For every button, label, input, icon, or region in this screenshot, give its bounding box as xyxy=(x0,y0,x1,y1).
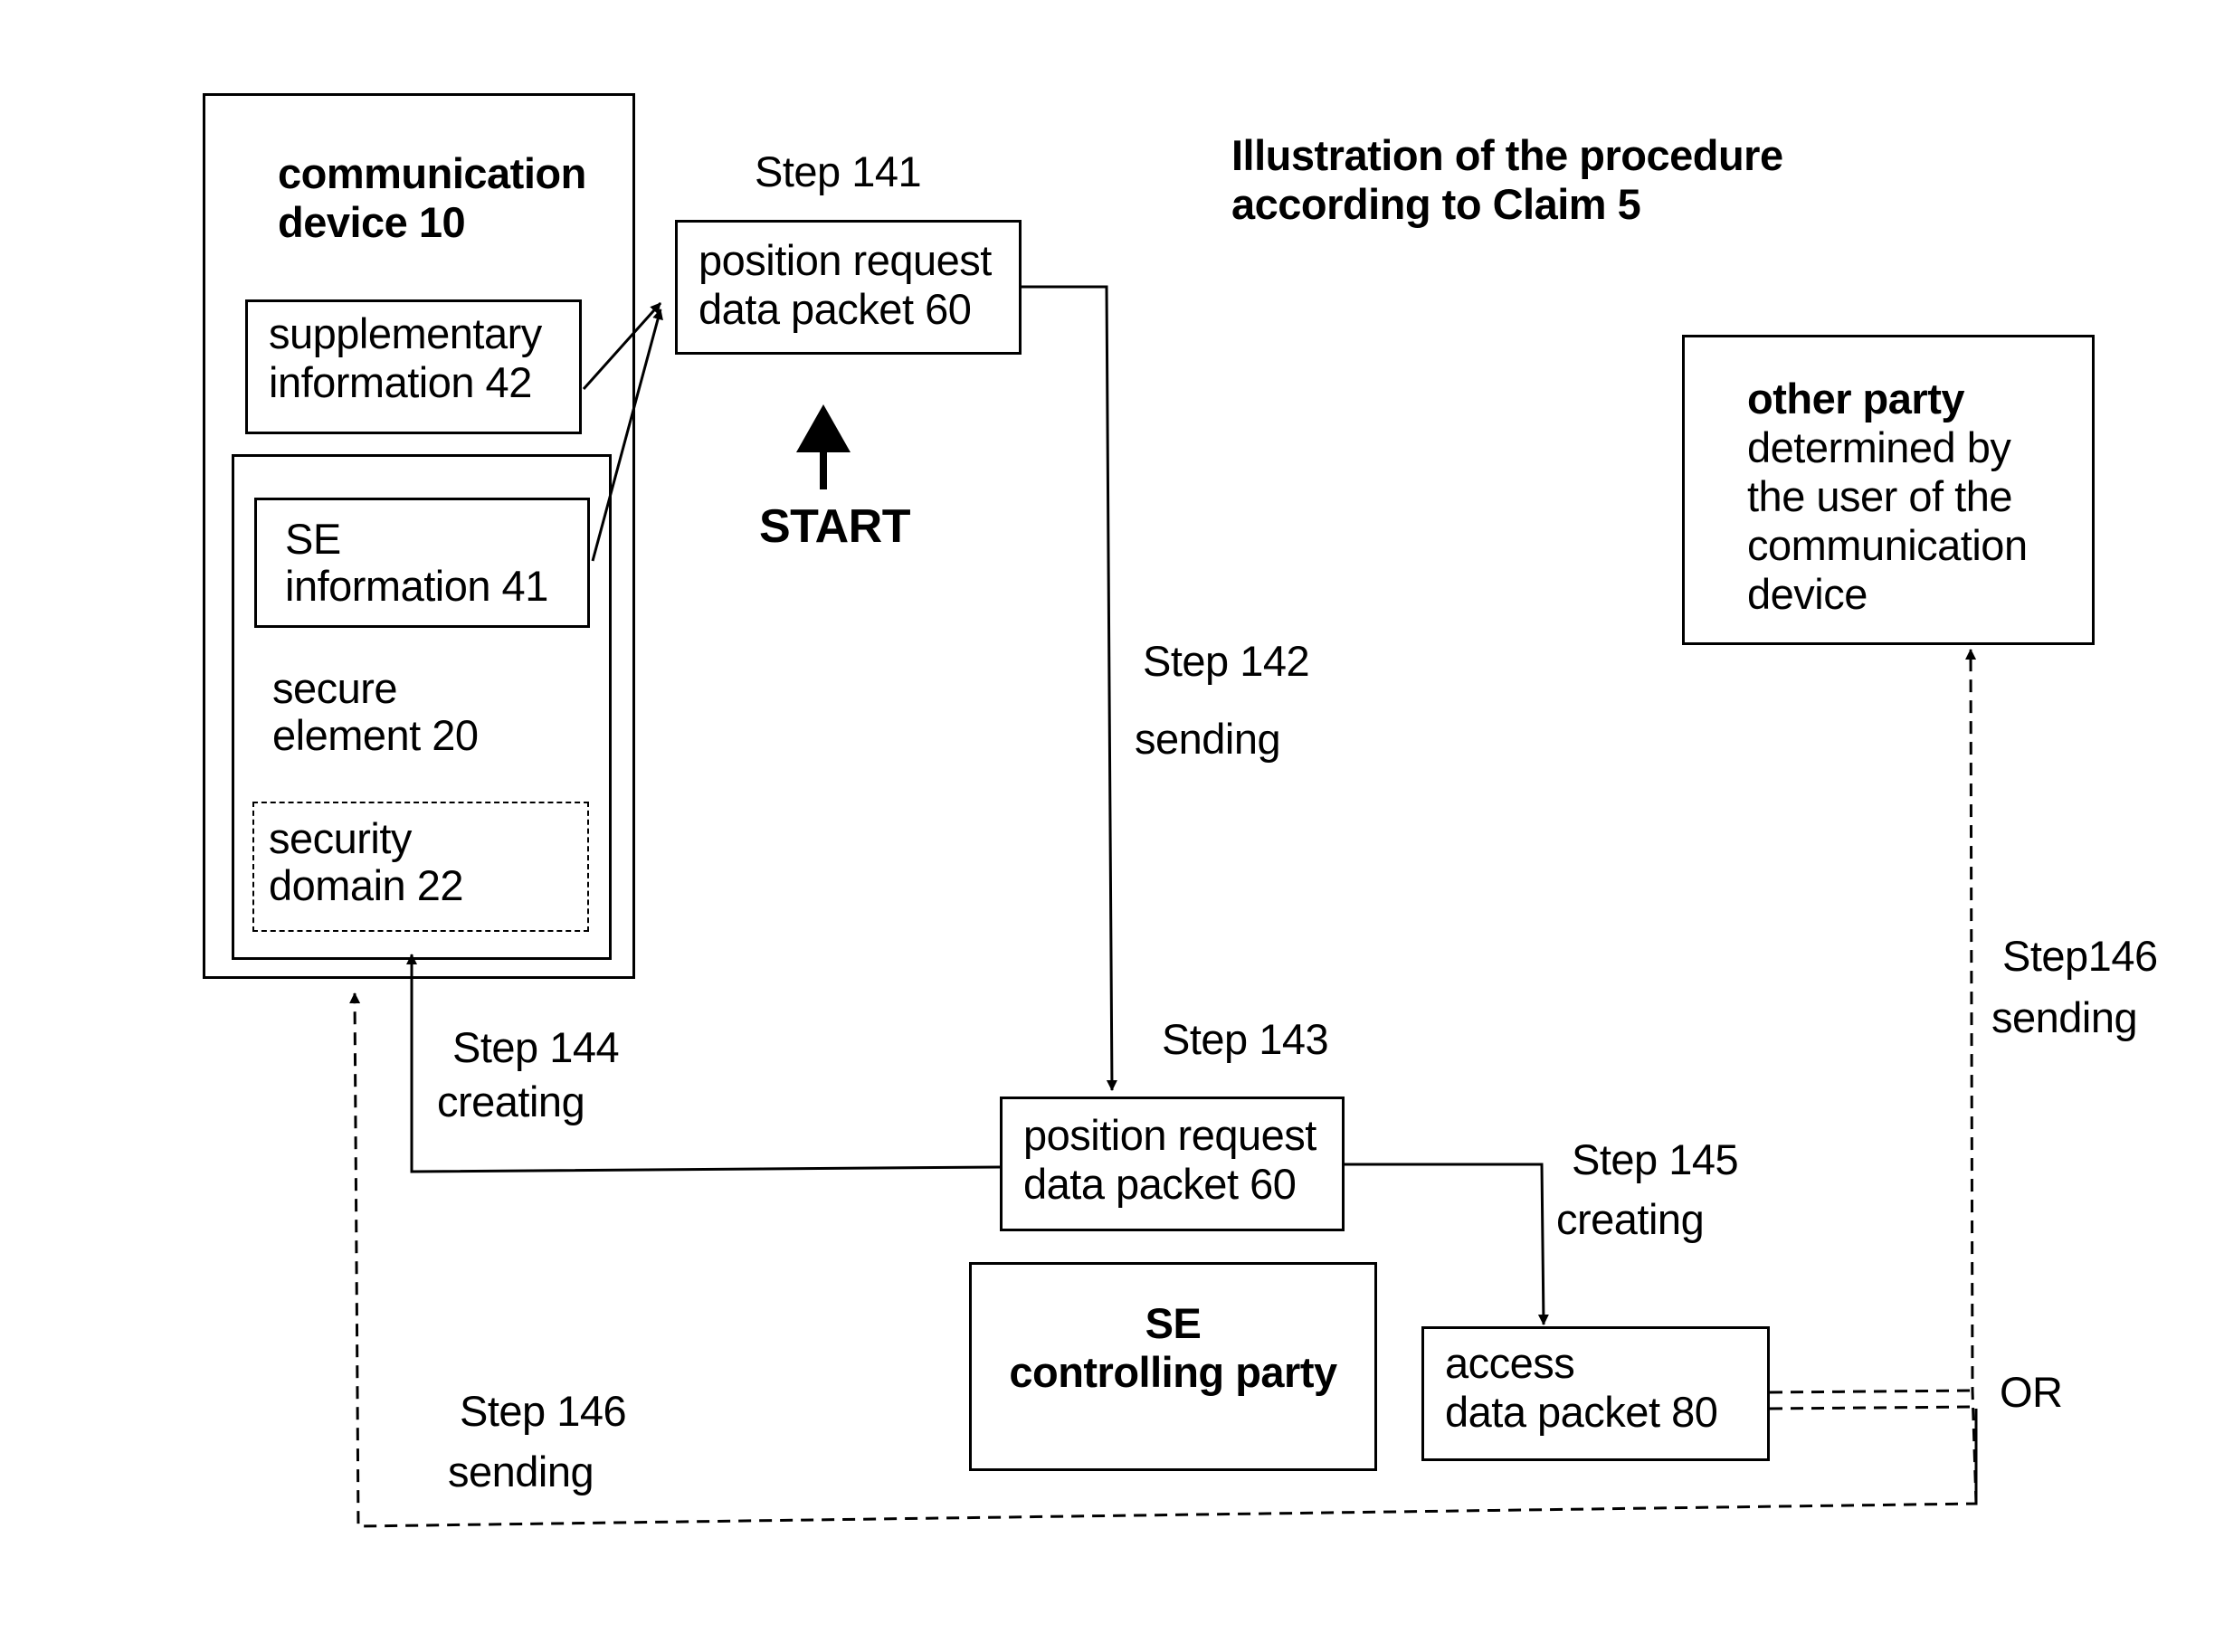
security-domain-label-1: security xyxy=(269,814,412,862)
security-domain-label-2: domain 22 xyxy=(269,861,464,909)
step-142-action: sending xyxy=(1135,715,1281,763)
step-141-label: Step 141 xyxy=(755,147,922,195)
other-party-line-1: determined by xyxy=(1747,423,2011,471)
se-information-label-1: SE xyxy=(285,515,341,563)
secure-element-label-1: secure xyxy=(272,664,398,712)
arrow-step-142 xyxy=(1022,285,1117,1091)
step-146-right-label: Step146 xyxy=(2002,932,2158,980)
step-146-left-label: Step 146 xyxy=(460,1387,627,1435)
se-controlling-party-label-1: SE xyxy=(1145,1299,1202,1347)
position-request-2-label-2: data packet 60 xyxy=(1023,1160,1297,1208)
or-label: OR xyxy=(2000,1368,2063,1416)
se-controlling-party-label-2: controlling party xyxy=(1009,1348,1337,1396)
other-party-line-2: the user of the xyxy=(1747,472,2012,520)
dashed-branch-lower xyxy=(1769,1405,1975,1410)
other-party-line-3: communication xyxy=(1747,521,2028,569)
access-packet-label-1: access xyxy=(1445,1339,1575,1387)
position-request-1-label-1: position request xyxy=(699,236,992,284)
start-label: START xyxy=(759,500,910,553)
step-146-left-action: sending xyxy=(448,1448,594,1495)
step-146-right-action: sending xyxy=(1991,993,2138,1041)
step-144-label: Step 144 xyxy=(452,1023,620,1071)
other-party-title: other party xyxy=(1747,375,1965,422)
step-144-action: creating xyxy=(437,1078,585,1125)
communication-device-label-1: communication xyxy=(278,149,586,197)
supplementary-label-1: supplementary xyxy=(269,309,542,357)
other-party-line-4: device xyxy=(1747,570,1868,618)
step-145-label: Step 145 xyxy=(1572,1135,1739,1183)
position-request-2-label-1: position request xyxy=(1023,1111,1316,1159)
dashed-arrow-step-146-right xyxy=(1965,649,1978,1505)
step-145-action: creating xyxy=(1556,1195,1705,1243)
diagram-title-line-2: according to Claim 5 xyxy=(1231,180,1641,228)
step-142-label: Step 142 xyxy=(1143,637,1310,685)
dashed-branch-upper xyxy=(1769,1389,1975,1394)
supplementary-label-2: information 42 xyxy=(269,358,532,406)
communication-device-label-2: device 10 xyxy=(278,198,466,246)
diagram-title-line-1: Illustration of the procedure xyxy=(1231,131,1783,179)
start-arrow-head xyxy=(796,404,851,452)
access-packet-label-2: data packet 80 xyxy=(1445,1388,1718,1436)
position-request-1-label-2: data packet 60 xyxy=(699,285,972,333)
se-information-label-2: information 41 xyxy=(285,562,548,610)
secure-element-label-2: element 20 xyxy=(272,711,479,759)
step-143-label: Step 143 xyxy=(1162,1015,1329,1063)
